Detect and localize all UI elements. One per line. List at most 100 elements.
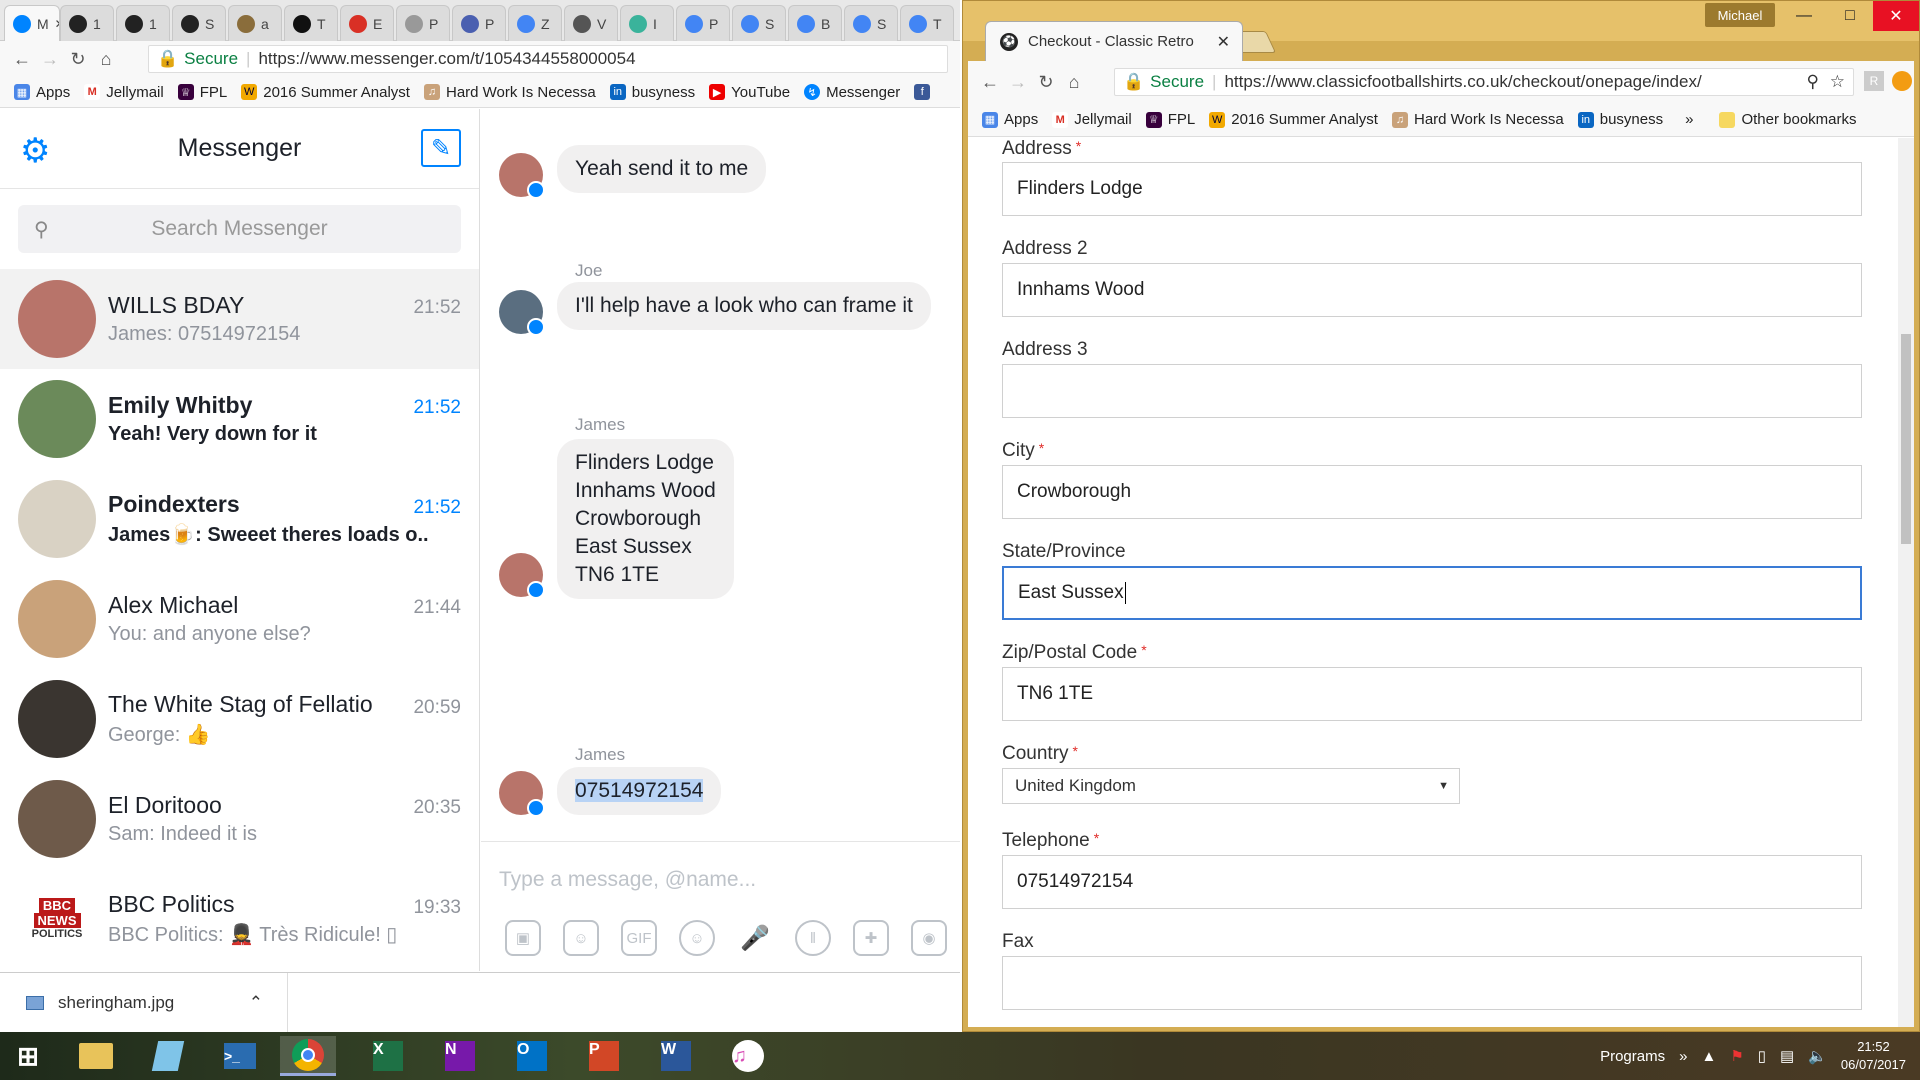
bookmark-summer-analyst[interactable]: W 2016 Summer Analyst [241, 84, 410, 101]
search-messenger-input[interactable]: ⚲ Search Messenger [18, 205, 461, 253]
city-field[interactable]: Crowborough [1002, 465, 1862, 519]
powershell-icon[interactable]: >_ [212, 1036, 268, 1076]
browser-tab[interactable]: T [284, 5, 338, 41]
bookmark-youtube[interactable]: ▶ YouTube [709, 84, 790, 101]
network-icon[interactable]: ▤ [1780, 1047, 1794, 1065]
left-address-bar[interactable]: 🔒 Secure | https://www.messenger.com/t/1… [148, 45, 948, 73]
bookmarks-overflow-button[interactable]: » [1685, 111, 1693, 128]
windows-start-icon[interactable]: ⊞ [0, 1036, 56, 1076]
page-scrollbar[interactable] [1898, 138, 1914, 1027]
address-message-bubble[interactable]: Flinders Lodge Innhams Wood Crowborough Eas… [557, 439, 734, 599]
message-input[interactable]: Type a message, @name... [499, 868, 756, 892]
excel-icon[interactable]: X [360, 1036, 416, 1076]
conversation-item[interactable]: BBC NEWS POLITICS BBC Politics BBC Politics:… [0, 869, 479, 969]
forward-icon[interactable]: → [1004, 68, 1032, 96]
home-icon[interactable]: ⌂ [1060, 68, 1088, 96]
country-select[interactable]: United Kingdom ▼ [1002, 768, 1460, 804]
zip-field[interactable]: TN6 1TE [1002, 667, 1862, 721]
conversation-item[interactable]: Alex Michael You: and anyone else? 21:44 [0, 569, 479, 669]
minimize-icon[interactable]: — [1781, 1, 1827, 31]
download-item[interactable]: sheringham.jpg ⌃ [0, 972, 288, 1032]
profile-button[interactable]: Michael [1705, 3, 1775, 27]
itunes-icon[interactable]: ♫ [720, 1036, 776, 1076]
reload-icon[interactable]: ↻ [1032, 68, 1060, 96]
bookmark-hard-work[interactable]: ♫ Hard Work Is Necessa [423, 84, 596, 101]
microphone-icon[interactable]: 🎤 [737, 920, 773, 956]
sticker-icon[interactable]: ☺ [563, 920, 599, 956]
reload-icon[interactable]: ↻ [64, 45, 92, 73]
fax-field[interactable] [1002, 956, 1862, 1010]
poll-icon[interactable]: ‖ [795, 920, 831, 956]
extension-orange-icon[interactable] [1892, 71, 1912, 91]
programs-toolbar[interactable]: Programs [1600, 1048, 1665, 1065]
chrome-icon[interactable] [280, 1036, 336, 1076]
outlook-icon[interactable]: O [504, 1036, 560, 1076]
bookmark-apps[interactable]: ▦ Apps [14, 84, 70, 101]
scrollbar-thumb[interactable] [1901, 334, 1911, 544]
browser-tab[interactable]: Z [508, 5, 562, 41]
chevron-right-icon[interactable]: » [1679, 1048, 1687, 1065]
conversation-item[interactable]: Poindexters James🍺: Sweeet theres loads o… [0, 469, 479, 569]
right-address-bar[interactable]: 🔒 Secure | https://www.classicfootballsh… [1114, 68, 1854, 96]
message-bubble[interactable]: I'll help have a look who can frame it [557, 282, 931, 330]
checkout-tab[interactable]: ⚽ Checkout - Classic Retro ✕ [985, 21, 1243, 61]
browser-tab[interactable]: S [172, 5, 226, 41]
file-explorer-icon[interactable] [68, 1036, 124, 1076]
bookmark-facebook[interactable]: f [914, 84, 931, 100]
bookmark-jellymail[interactable]: M Jellymail [1052, 111, 1132, 128]
conversation-item[interactable]: The White Stag of Fellatio George: 👍 20:59 [0, 669, 479, 769]
back-icon[interactable]: ← [8, 45, 36, 73]
address3-field[interactable] [1002, 364, 1862, 418]
powerpoint-icon[interactable]: P [576, 1036, 632, 1076]
onenote-icon[interactable]: N [432, 1036, 488, 1076]
power-icon[interactable]: ▯ [1758, 1047, 1766, 1065]
conversation-item[interactable]: WILLS BDAY James: 07514972154 21:52 [0, 269, 479, 369]
browser-tab[interactable]: a [228, 5, 282, 41]
settings-gear-icon[interactable]: ⚙ [20, 131, 50, 171]
browser-tab[interactable]: P [452, 5, 506, 41]
state-field[interactable]: East Sussex [1002, 566, 1862, 620]
conversation-item[interactable]: El Doritooo Sam: Indeed it is 20:35 [0, 769, 479, 869]
message-bubble[interactable]: Yeah send it to me [557, 145, 767, 193]
browser-tab[interactable]: 1 [60, 5, 114, 41]
bookmark-apps[interactable]: ▦ Apps [982, 111, 1038, 128]
volume-icon[interactable]: 🔈 [1808, 1047, 1827, 1065]
bookmark-hard-work[interactable]: ♫ Hard Work Is Necessa [1391, 111, 1564, 128]
browser-tab[interactable]: T [900, 5, 954, 41]
browser-tab[interactable]: S [732, 5, 786, 41]
browser-tab[interactable]: B [788, 5, 842, 41]
bookmark-fpl[interactable]: ♕ FPL [1145, 111, 1195, 128]
browser-tab[interactable]: E [340, 5, 394, 41]
message-bubble[interactable]: 07514972154 [557, 767, 722, 815]
extension-r-icon[interactable]: R [1864, 71, 1884, 91]
close-window-icon[interactable]: ✕ [1873, 1, 1919, 31]
emoji-icon[interactable]: ☺ [679, 920, 715, 956]
browser-tab[interactable]: I [620, 5, 674, 41]
maximize-icon[interactable]: □ [1827, 1, 1873, 31]
gif-icon[interactable]: GIF [621, 920, 657, 956]
action-center-flag-icon[interactable]: ⚑ [1730, 1047, 1743, 1065]
browser-tab[interactable]: P [396, 5, 450, 41]
browser-tab[interactable]: V [564, 5, 618, 41]
bookmark-messenger[interactable]: ↯ Messenger [804, 84, 900, 101]
word-icon[interactable]: W [648, 1036, 704, 1076]
star-icon[interactable]: ☆ [1830, 72, 1845, 92]
notepad-icon[interactable] [140, 1036, 196, 1076]
compose-icon[interactable]: ✎ [421, 129, 461, 167]
chevron-up-icon[interactable]: ⌃ [249, 993, 263, 1013]
browser-tab[interactable]: M✕ [4, 5, 60, 41]
address-field[interactable]: Flinders Lodge [1002, 162, 1862, 216]
bookmark-busyness[interactable]: in busyness [1577, 111, 1663, 128]
key-icon[interactable]: ⚲ [1807, 72, 1819, 92]
forward-icon[interactable]: → [36, 45, 64, 73]
address2-field[interactable]: Innhams Wood [1002, 263, 1862, 317]
camera-icon[interactable]: ◉ [911, 920, 947, 956]
home-icon[interactable]: ⌂ [92, 45, 120, 73]
image-icon[interactable]: ▣ [505, 920, 541, 956]
other-bookmarks[interactable]: Other bookmarks [1719, 111, 1857, 128]
conversation-item[interactable]: Emily Whitby Yeah! Very down for it 21:52 [0, 369, 479, 469]
chevron-up-icon[interactable]: ▲ [1701, 1048, 1716, 1065]
bookmark-fpl[interactable]: ♕ FPL [177, 84, 227, 101]
back-icon[interactable]: ← [976, 68, 1004, 96]
bookmark-jellymail[interactable]: M Jellymail [84, 84, 164, 101]
